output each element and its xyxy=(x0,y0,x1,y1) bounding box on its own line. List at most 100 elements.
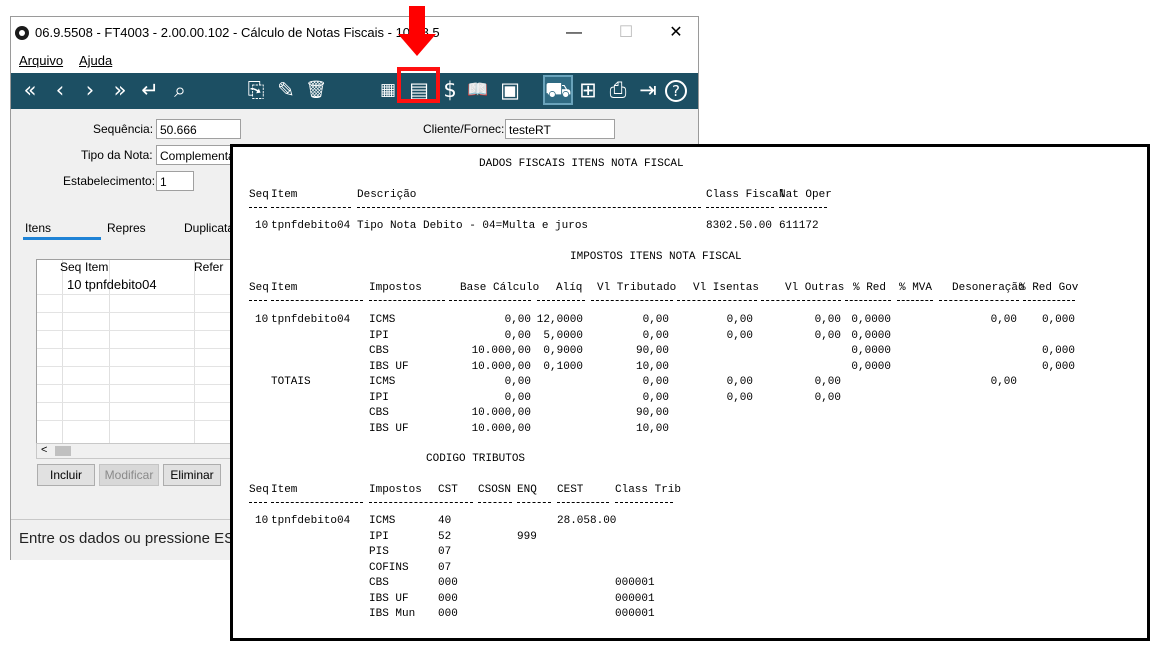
separator xyxy=(557,502,609,503)
separator xyxy=(897,300,933,301)
tipo-nota-field[interactable]: Complementa xyxy=(156,145,241,165)
cod-item: tpnfdebito04 xyxy=(271,515,351,527)
table-row[interactable] xyxy=(37,330,230,348)
tree-icon[interactable]: ⊞ xyxy=(575,77,601,103)
cod-enq: 999 xyxy=(517,530,537,543)
grid-row-seq[interactable]: 10 xyxy=(67,277,81,294)
table-row[interactable] xyxy=(37,384,230,402)
app-logo-icon xyxy=(15,26,29,40)
grid-row-item[interactable]: tpnfdebito04 xyxy=(85,277,157,294)
tab-duplicata[interactable]: Duplicata xyxy=(184,221,234,235)
imp-outras: 0,00 xyxy=(814,314,841,326)
imp-red: 0,0000 xyxy=(851,360,891,373)
menu-ajuda[interactable]: Ajuda xyxy=(79,53,112,68)
sequencia-field[interactable]: 50.666 xyxy=(156,119,241,139)
r1-descricao: Tipo Nota Debito - 04=Multa e juros xyxy=(357,220,589,232)
truck-icon[interactable]: ⛟ xyxy=(543,75,573,105)
last-record-icon[interactable]: » xyxy=(107,77,133,103)
trash-icon[interactable]: 🗑 xyxy=(303,77,329,103)
imp-red: 0,0000 xyxy=(851,329,891,342)
arrow-shaft xyxy=(409,6,425,36)
imp-red: 0,0000 xyxy=(851,314,891,326)
separator xyxy=(357,207,701,208)
imp-base: 0,00 xyxy=(504,314,531,326)
separator xyxy=(845,300,891,301)
table-row[interactable] xyxy=(37,312,230,330)
estabelecimento-field[interactable]: 1 xyxy=(156,171,194,191)
items-grid[interactable]: Seq Item Refer 10 tpnfdebito04 xyxy=(36,259,231,444)
toolbar: « ‹ › » ↵ ⌕ ⎘ ✎ 🗑 ▦ ▤ $ 📖 ▣ ⛟ ⊞ ⎙ ⇥ ? xyxy=(11,73,698,109)
tot-base: 10.000,00 xyxy=(471,407,531,419)
cod-imposto: COFINS xyxy=(369,561,409,574)
invoice-icon[interactable]: ▣ xyxy=(497,77,523,103)
maximize-button[interactable]: ☐ xyxy=(611,21,641,45)
tab-itens[interactable]: Itens xyxy=(25,221,51,235)
imp-base: 10.000,00 xyxy=(471,360,531,373)
book-icon[interactable]: 📖 xyxy=(465,77,491,103)
tab-repres[interactable]: Repres xyxy=(107,221,146,235)
separator xyxy=(478,502,512,503)
print-icon[interactable]: ⎙ xyxy=(605,77,631,103)
separator xyxy=(249,300,267,301)
imp-outras: 0,00 xyxy=(814,329,841,342)
arrow-down-icon xyxy=(398,34,436,56)
imp-item: tpnfdebito04 xyxy=(271,314,351,326)
tot-tributado: 0,00 xyxy=(642,391,669,404)
title-bar: 06.9.5508 - FT4003 - 2.00.00.102 - Cálcu… xyxy=(11,17,698,49)
cod-imposto: IPI xyxy=(369,530,389,543)
table-row[interactable] xyxy=(37,402,230,420)
imp-red-gov: 0,000 xyxy=(1041,345,1075,357)
imp-red: 0,0000 xyxy=(851,345,891,357)
incluir-button[interactable]: Incluir xyxy=(37,464,95,486)
horizontal-scrollbar[interactable]: < xyxy=(36,443,231,459)
separator xyxy=(1023,300,1075,301)
separator xyxy=(271,207,351,208)
modificar-button[interactable]: Modificar xyxy=(99,464,159,486)
cod-seq: 10 xyxy=(255,515,269,527)
cod-cst: 000 xyxy=(438,577,458,589)
exit-icon[interactable]: ⇥ xyxy=(635,77,661,103)
h2-red-gov: % Red Gov xyxy=(1019,282,1079,294)
imp-imposto: IPI xyxy=(369,329,389,342)
tot-base: 0,00 xyxy=(504,391,531,404)
highlight-box xyxy=(397,67,440,103)
edit-document-icon[interactable]: ✎ xyxy=(273,77,299,103)
eliminar-button[interactable]: Eliminar xyxy=(163,464,221,486)
table-row[interactable] xyxy=(37,366,230,384)
menu-bar: Arquivo Ajuda xyxy=(11,49,698,73)
grid-header-refer: Refer xyxy=(194,260,224,274)
imp-tributado: 0,00 xyxy=(642,314,669,326)
minimize-button[interactable]: — xyxy=(559,21,589,45)
separator xyxy=(369,300,445,301)
imp-aliq: 0,1000 xyxy=(543,360,583,373)
search-icon[interactable]: ⌕ xyxy=(167,77,193,103)
help-icon[interactable]: ? xyxy=(665,80,687,102)
h2-seq: Seq xyxy=(249,282,269,294)
menu-arquivo[interactable]: Arquivo xyxy=(19,53,63,68)
separator xyxy=(706,207,774,208)
separator xyxy=(537,300,585,301)
cod-cest: 28.058.00 xyxy=(557,515,617,527)
h2-red: % Red xyxy=(853,282,887,294)
scroll-left-icon[interactable]: < xyxy=(41,444,47,456)
enter-icon[interactable]: ↵ xyxy=(137,77,163,103)
new-document-icon[interactable]: ⎘ xyxy=(243,77,269,103)
dollar-icon[interactable]: $ xyxy=(437,77,463,103)
imp-red-gov: 0,000 xyxy=(1041,314,1075,326)
cod-imposto: CBS xyxy=(369,577,389,589)
r1-nat-oper: 611172 xyxy=(779,220,819,232)
table-row[interactable] xyxy=(37,420,230,438)
scroll-thumb[interactable] xyxy=(55,446,71,456)
cliente-field[interactable]: testeRT xyxy=(505,119,615,139)
tot-tributado: 10,00 xyxy=(635,422,669,435)
table-row[interactable] xyxy=(37,294,230,312)
cod-imposto: IBS Mun xyxy=(369,608,416,620)
tot-outras: 0,00 xyxy=(814,376,841,388)
close-button[interactable]: ✕ xyxy=(661,21,691,45)
table-row[interactable] xyxy=(37,348,230,366)
previous-record-icon[interactable]: ‹ xyxy=(47,77,73,103)
next-record-icon[interactable]: › xyxy=(77,77,103,103)
first-record-icon[interactable]: « xyxy=(17,77,43,103)
tot-isentas: 0,00 xyxy=(726,391,753,404)
separator xyxy=(677,300,757,301)
